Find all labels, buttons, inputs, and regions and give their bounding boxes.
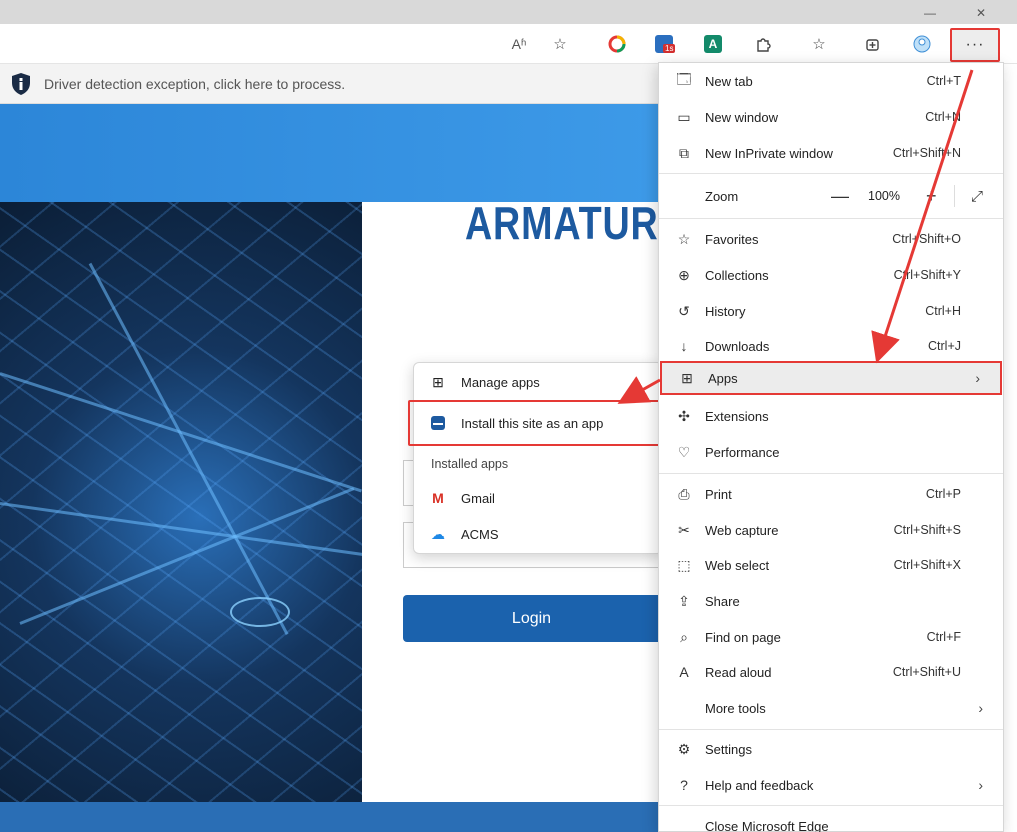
settings-and-more-button[interactable]: ··· xyxy=(950,28,1000,62)
help-icon: ? xyxy=(680,777,688,793)
collections-icon[interactable] xyxy=(860,31,886,57)
menu-item-print[interactable]: ⎙ Print Ctrl+P xyxy=(659,477,1003,511)
driver-notice-bar[interactable]: Driver detection exception, click here t… xyxy=(0,64,660,104)
new-tab-icon: 🗔 xyxy=(676,71,692,87)
install-app-icon xyxy=(429,415,447,431)
gmail-icon: M xyxy=(432,490,444,506)
apps-icon: ⊞ xyxy=(681,369,693,386)
page-header-band xyxy=(0,104,660,202)
menu-item-close-edge[interactable]: Close Microsoft Edge xyxy=(659,809,1003,832)
menu-item-find-on-page[interactable]: ⌕ Find on page Ctrl+F xyxy=(659,620,1003,654)
share-icon: ⇪ xyxy=(678,592,690,609)
gear-icon: ⚙ xyxy=(677,740,691,757)
zoom-level: 100% xyxy=(868,189,900,203)
install-site-as-app-item[interactable]: Install this site as an app xyxy=(408,400,662,446)
fullscreen-icon[interactable]: ⤢ xyxy=(971,188,983,205)
acms-cloud-icon: ☁ xyxy=(431,525,445,542)
menu-item-history[interactable]: ↺ History Ctrl+H xyxy=(659,294,1003,328)
installed-app-acms[interactable]: ☁ ACMS xyxy=(414,517,662,551)
downloads-icon: ↓ xyxy=(680,338,688,354)
history-icon: ↺ xyxy=(678,302,690,319)
chevron-right-icon: › xyxy=(978,700,983,716)
manage-apps-icon: ⊞ xyxy=(432,373,444,390)
menu-item-collections[interactable]: ⊕ Collections Ctrl+Shift+Y xyxy=(659,258,1003,292)
menu-item-apps[interactable]: ⊞ Apps › xyxy=(660,361,1002,395)
close-button[interactable]: ✕ xyxy=(976,6,986,20)
collections-icon: ⊕ xyxy=(678,266,690,283)
menu-item-new-window[interactable]: ▭ New window Ctrl+N xyxy=(659,100,1003,134)
menu-item-read-aloud[interactable]: A Read aloud Ctrl+Shift+U xyxy=(659,655,1003,689)
shield-icon xyxy=(12,72,30,95)
zoom-out-button[interactable]: — xyxy=(831,186,849,207)
menu-item-new-tab[interactable]: 🗔 New tab Ctrl+T xyxy=(659,64,1003,98)
page-footer-band xyxy=(0,802,660,832)
window-title-strip: — ✕ xyxy=(0,0,1017,24)
find-icon: ⌕ xyxy=(680,628,688,645)
extension-badge: 1s xyxy=(663,44,676,53)
menu-item-new-inprivate[interactable]: ⧉ New InPrivate window Ctrl+Shift+N xyxy=(659,136,1003,170)
profile-avatar-icon[interactable] xyxy=(909,31,935,57)
brand-logo-text: ARMATUR xyxy=(465,197,659,249)
menu-item-settings[interactable]: ⚙ Settings xyxy=(659,732,1003,766)
menu-item-downloads[interactable]: ↓ Downloads Ctrl+J xyxy=(659,329,1003,363)
add-favorite-icon[interactable]: ☆ xyxy=(547,31,573,57)
menu-item-share[interactable]: ⇪ Share xyxy=(659,584,1003,618)
notice-text[interactable]: Driver detection exception, click here t… xyxy=(44,76,345,92)
city-illustration xyxy=(0,202,377,832)
opera-extension-icon[interactable] xyxy=(604,31,630,57)
extension-icon-blue[interactable]: 1s xyxy=(651,31,677,57)
extension-icon-a[interactable]: A xyxy=(700,31,726,57)
menu-item-web-capture[interactable]: ✂ Web capture Ctrl+Shift+S xyxy=(659,513,1003,547)
chevron-right-icon: › xyxy=(978,777,983,793)
extensions-puzzle-icon[interactable] xyxy=(750,31,776,57)
read-aloud-icon[interactable]: Aʱ xyxy=(506,31,532,57)
favorites-icon: ☆ xyxy=(677,230,691,247)
extensions-icon: ✣ xyxy=(678,407,690,424)
manage-apps-item[interactable]: ⊞ Manage apps xyxy=(414,365,662,399)
favorites-icon[interactable]: ☆ xyxy=(806,31,832,57)
zoom-in-button[interactable]: + xyxy=(926,186,937,207)
menu-item-more-tools[interactable]: More tools › xyxy=(659,691,1003,725)
apps-submenu: ⊞ Manage apps Install this site as an ap… xyxy=(408,362,663,554)
menu-item-help[interactable]: ? Help and feedback › xyxy=(659,768,1003,802)
minimize-button[interactable]: — xyxy=(924,6,936,20)
menu-item-zoom: Zoom — 100% + ⤢ xyxy=(705,185,984,207)
new-window-icon: ▭ xyxy=(677,108,691,125)
chevron-right-icon: › xyxy=(975,370,980,386)
web-select-icon: ⬚ xyxy=(677,556,691,573)
web-capture-icon: ✂ xyxy=(678,521,690,538)
menu-item-web-select[interactable]: ⬚ Web select Ctrl+Shift+X xyxy=(659,548,1003,582)
login-button[interactable]: Login xyxy=(403,595,660,642)
print-icon: ⎙ xyxy=(678,485,690,502)
edge-settings-menu: 🗔 New tab Ctrl+T ▭ New window Ctrl+N ⧉ N… xyxy=(658,62,1004,832)
menu-item-favorites[interactable]: ☆ Favorites Ctrl+Shift+O xyxy=(659,222,1003,256)
inprivate-icon: ⧉ xyxy=(679,144,689,161)
performance-heart-icon: ♡ xyxy=(677,443,691,460)
installed-apps-heading: Installed apps xyxy=(431,457,509,471)
menu-item-performance[interactable]: ♡ Performance xyxy=(659,435,1003,469)
browser-toolbar: Aʱ ☆ 1s A ☆ ··· xyxy=(0,24,1017,64)
installed-app-gmail[interactable]: M Gmail xyxy=(414,481,662,515)
menu-item-extensions[interactable]: ✣ Extensions xyxy=(659,399,1003,433)
read-aloud-icon: A xyxy=(679,664,689,680)
